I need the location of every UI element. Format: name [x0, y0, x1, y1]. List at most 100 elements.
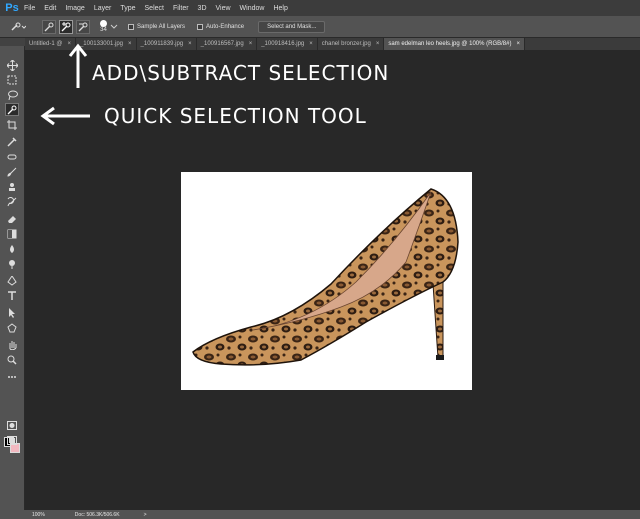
tab-100911839[interactable]: _100911839.jpg × — [137, 38, 197, 50]
subtract-from-selection-button[interactable] — [76, 19, 90, 34]
tool-preset-picker[interactable] — [8, 20, 28, 34]
history-brush-icon — [7, 196, 17, 206]
tab-100918416[interactable]: _100918416.jpg × — [257, 38, 318, 50]
auto-enhance-checkbox[interactable]: Auto-Enhance — [197, 23, 245, 30]
menu-type[interactable]: Type — [120, 5, 135, 12]
menu-layer[interactable]: Layer — [94, 5, 112, 12]
chevron-down-icon[interactable] — [110, 24, 118, 30]
eraser-tool[interactable] — [5, 212, 19, 225]
gradient-icon — [7, 229, 17, 238]
path-selection-tool[interactable] — [5, 306, 19, 319]
select-and-mask-button[interactable]: Select and Mask... — [258, 20, 326, 33]
eyedropper-tool[interactable] — [5, 135, 19, 148]
marquee-tool[interactable] — [5, 73, 19, 86]
history-brush-tool[interactable] — [5, 195, 19, 208]
screen-mode-button[interactable] — [5, 434, 19, 447]
document-tabs: Untitled-1 @ × _100133001.jpg × _100911839… — [25, 38, 640, 50]
healing-brush-tool[interactable] — [5, 150, 19, 163]
quick-selection-annotation: QUICK SELECTION TOOL — [104, 104, 367, 128]
close-icon[interactable]: × — [128, 38, 132, 50]
shape-tool[interactable] — [5, 321, 19, 334]
menu-3d[interactable]: 3D — [198, 5, 207, 12]
tools-panel — [0, 38, 25, 510]
tab-label: _100918416.jpg — [261, 41, 305, 47]
lasso-icon — [7, 90, 18, 100]
close-icon[interactable]: × — [516, 38, 520, 50]
menu-help[interactable]: Help — [273, 5, 287, 12]
new-selection-button[interactable] — [42, 19, 56, 34]
blur-icon — [10, 244, 14, 253]
zoom-tool[interactable] — [5, 353, 19, 366]
crop-tool[interactable] — [5, 118, 19, 131]
pen-tool[interactable] — [5, 274, 19, 287]
dodge-icon — [9, 259, 15, 269]
dodge-tool[interactable] — [5, 257, 19, 270]
close-icon[interactable]: × — [249, 38, 253, 50]
hand-tool[interactable] — [5, 338, 19, 351]
sample-all-layers-checkbox[interactable]: Sample All Layers — [128, 23, 186, 30]
tab-100916567[interactable]: _100916567.jpg × — [197, 38, 258, 50]
arrow-up-icon — [68, 43, 88, 88]
lasso-tool[interactable] — [5, 88, 19, 101]
arrow-left-icon — [40, 106, 90, 126]
screen-mode-icon — [7, 436, 17, 445]
doc-size: Doc: 506.3K/506.6K — [74, 511, 120, 518]
quick-selection-tool[interactable] — [5, 103, 19, 116]
eraser-icon — [8, 215, 16, 223]
brush-tool[interactable] — [5, 165, 19, 178]
tab-label: sam edelman leo heels.jpg @ 100% (RGB/8#… — [388, 41, 512, 47]
close-icon[interactable]: × — [309, 38, 313, 50]
shape-icon — [7, 322, 17, 332]
panel-collapse-bar[interactable] — [0, 38, 25, 46]
close-icon[interactable]: × — [188, 38, 192, 50]
type-tool[interactable] — [5, 289, 19, 302]
document-canvas[interactable] — [181, 172, 472, 390]
tab-label: chanel bronzer.jpg — [321, 41, 371, 47]
menu-bar: Ps File Edit Image Layer Type Select Fil… — [0, 0, 640, 16]
leopard-heel-image — [192, 188, 459, 366]
menu-image[interactable]: Image — [65, 5, 84, 12]
tab-label: _100911839.jpg — [140, 41, 184, 47]
add-selection-icon — [61, 21, 71, 31]
clone-stamp-tool[interactable] — [5, 180, 19, 193]
menu-file[interactable]: File — [24, 5, 35, 12]
menu-select[interactable]: Select — [145, 5, 164, 12]
menu-view[interactable]: View — [216, 5, 231, 12]
quick-selection-icon — [7, 105, 17, 114]
zoom-level[interactable]: 100% — [32, 512, 45, 518]
tab-chanel-bronzer[interactable]: chanel bronzer.jpg × — [318, 38, 385, 50]
add-to-selection-button[interactable] — [59, 19, 73, 34]
blur-tool[interactable] — [5, 242, 19, 255]
gradient-tool[interactable] — [5, 227, 19, 240]
crop-icon — [7, 119, 17, 130]
status-bar: 100% Doc: 506.3K/506.6K > — [0, 510, 640, 519]
marquee-icon — [7, 75, 17, 84]
brush-size-value: 34 — [100, 27, 107, 33]
options-bar: 34 Sample All Layers Auto-Enhance Select… — [0, 16, 640, 38]
status-menu-arrow[interactable]: > — [144, 512, 147, 518]
checkbox-icon — [128, 23, 134, 30]
tab-label: _100916567.jpg — [200, 41, 244, 47]
more-icon — [8, 375, 16, 378]
tab-sam-edelman-leo-heels[interactable]: sam edelman leo heels.jpg @ 100% (RGB/8#… — [384, 38, 525, 50]
photoshop-logo: Ps — [5, 2, 19, 14]
add-subtract-annotation: ADD\SUBTRACT SELECTION — [92, 61, 390, 85]
menu-filter[interactable]: Filter — [173, 5, 189, 12]
brush-size-picker[interactable]: 34 — [100, 20, 107, 33]
menu-edit[interactable]: Edit — [44, 5, 56, 12]
type-icon — [8, 290, 16, 300]
quick-mask-button[interactable] — [5, 419, 19, 432]
hand-icon — [9, 340, 17, 350]
auto-enhance-label: Auto-Enhance — [206, 23, 245, 30]
move-tool[interactable] — [5, 59, 19, 72]
pen-icon — [7, 275, 17, 286]
new-selection-icon — [44, 22, 54, 31]
healing-icon — [7, 154, 17, 159]
close-icon[interactable]: × — [376, 38, 380, 50]
sample-all-layers-label: Sample All Layers — [137, 23, 186, 30]
stamp-icon — [9, 182, 15, 191]
menu-window[interactable]: Window — [240, 5, 265, 12]
zoom-icon — [7, 355, 17, 365]
more-tools-button[interactable] — [5, 370, 19, 383]
quick-selection-icon — [11, 22, 26, 31]
